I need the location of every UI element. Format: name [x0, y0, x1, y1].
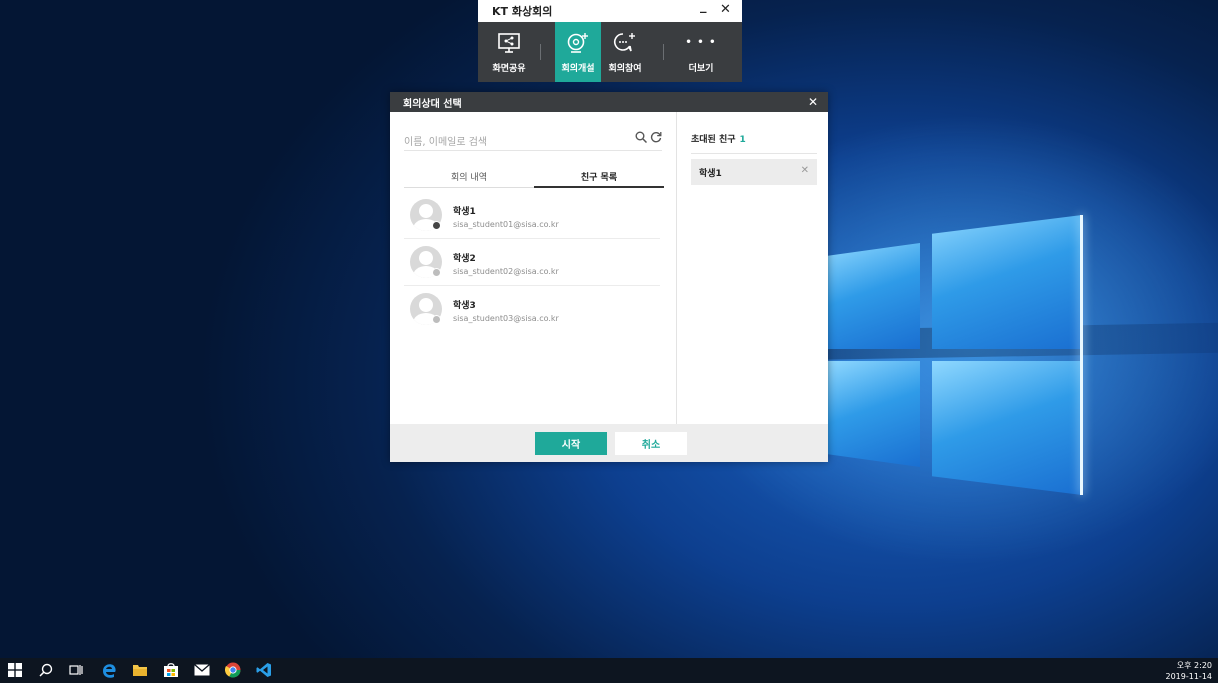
kt-window-titlebar: KT 화상회의 _ ✕: [478, 0, 742, 22]
friend-name: 학생3: [453, 301, 476, 311]
file-explorer-icon[interactable]: [132, 662, 148, 678]
more-button[interactable]: • • • 더보기: [664, 22, 738, 82]
store-icon[interactable]: [163, 662, 179, 678]
clock-date: 2019-11-14: [1165, 672, 1213, 681]
friend-name: 학생2: [453, 254, 476, 264]
tab-meeting-history[interactable]: 회의 내역: [404, 170, 534, 188]
status-offline-indicator: [432, 268, 441, 277]
friend-name: 학생1: [453, 207, 476, 217]
search-placeholder: 이름, 이메일로 검색: [404, 136, 488, 148]
dialog-titlebar: 회의상대 선택 ✕: [390, 92, 828, 112]
cancel-button[interactable]: 취소: [615, 432, 687, 455]
clock-time: 오후 2:20: [1176, 661, 1212, 670]
join-meeting-label: 회의참여: [608, 63, 642, 74]
invited-header: 초대된 친구 1: [691, 132, 817, 154]
search-icon[interactable]: [39, 662, 53, 678]
create-meeting-button[interactable]: 회의개설: [555, 22, 601, 82]
friend-email: sisa_student03@sisa.co.kr: [453, 314, 559, 323]
mail-icon[interactable]: [194, 662, 210, 678]
create-meeting-label: 회의개설: [561, 63, 595, 74]
vscode-icon[interactable]: [256, 662, 272, 678]
dialog-tabs: 회의 내역 친구 목록: [404, 170, 664, 188]
dialog-close-button[interactable]: ✕: [808, 95, 818, 109]
dialog-title: 회의상대 선택: [403, 98, 462, 110]
join-meeting-icon: [613, 31, 637, 55]
kt-toolbar-window: KT 화상회의 _ ✕ 화면공유 회의개설 회의참여 • • • 더보기: [478, 0, 742, 82]
invited-friend-name: 학생1: [699, 168, 722, 179]
start-button[interactable]: 시작: [535, 432, 607, 455]
task-view-icon[interactable]: [69, 662, 83, 678]
status-online-indicator: [432, 221, 441, 230]
invited-panel: 초대된 친구 1 학생1 ✕: [676, 112, 829, 424]
dialog-footer: 시작 취소: [390, 424, 828, 462]
status-offline-indicator: [432, 315, 441, 324]
join-meeting-button[interactable]: 회의참여: [601, 22, 649, 82]
search-icon[interactable]: [635, 131, 648, 146]
search-input[interactable]: 이름, 이메일로 검색: [404, 130, 662, 151]
chrome-icon[interactable]: [225, 662, 241, 678]
system-clock[interactable]: 오후 2:20 2019-11-14: [1166, 660, 1213, 682]
more-icon: • • •: [685, 37, 717, 48]
close-button[interactable]: ✕: [720, 2, 731, 17]
edge-icon[interactable]: [101, 662, 117, 678]
invited-count: 1: [739, 135, 746, 145]
toolbar-divider: [540, 44, 541, 60]
windows-start-icon[interactable]: [8, 662, 22, 678]
invited-friend-chip: 학생1 ✕: [691, 159, 817, 185]
remove-invite-button[interactable]: ✕: [801, 165, 809, 176]
select-participants-dialog: 회의상대 선택 ✕ 이름, 이메일로 검색 회의 내역 친구 목록 학생1 si…: [390, 92, 828, 462]
screen-share-button[interactable]: 화면공유: [478, 22, 540, 82]
taskbar: 오후 2:20 2019-11-14: [0, 658, 1218, 683]
windows-logo-wallpaper: [828, 215, 1084, 500]
friend-email: sisa_student01@sisa.co.kr: [453, 220, 559, 229]
screen-share-label: 화면공유: [492, 63, 526, 74]
invited-label: 초대된 친구: [691, 135, 736, 145]
kt-window-title: KT 화상회의: [492, 5, 553, 18]
create-meeting-icon: [566, 31, 590, 55]
friend-list-panel: 이름, 이메일로 검색 회의 내역 친구 목록 학생1 sisa_student…: [390, 112, 676, 424]
refresh-icon[interactable]: [650, 131, 662, 146]
friend-list-item[interactable]: 학생3 sisa_student03@sisa.co.kr: [404, 286, 660, 332]
friend-list-item[interactable]: 학생2 sisa_student02@sisa.co.kr: [404, 239, 660, 286]
friend-list-item[interactable]: 학생1 sisa_student01@sisa.co.kr: [404, 192, 660, 239]
screen-share-icon: [498, 31, 520, 55]
friend-email: sisa_student02@sisa.co.kr: [453, 267, 559, 276]
minimize-button[interactable]: _: [700, 0, 707, 14]
tab-friend-list[interactable]: 친구 목록: [534, 170, 664, 188]
more-label: 더보기: [688, 63, 714, 74]
